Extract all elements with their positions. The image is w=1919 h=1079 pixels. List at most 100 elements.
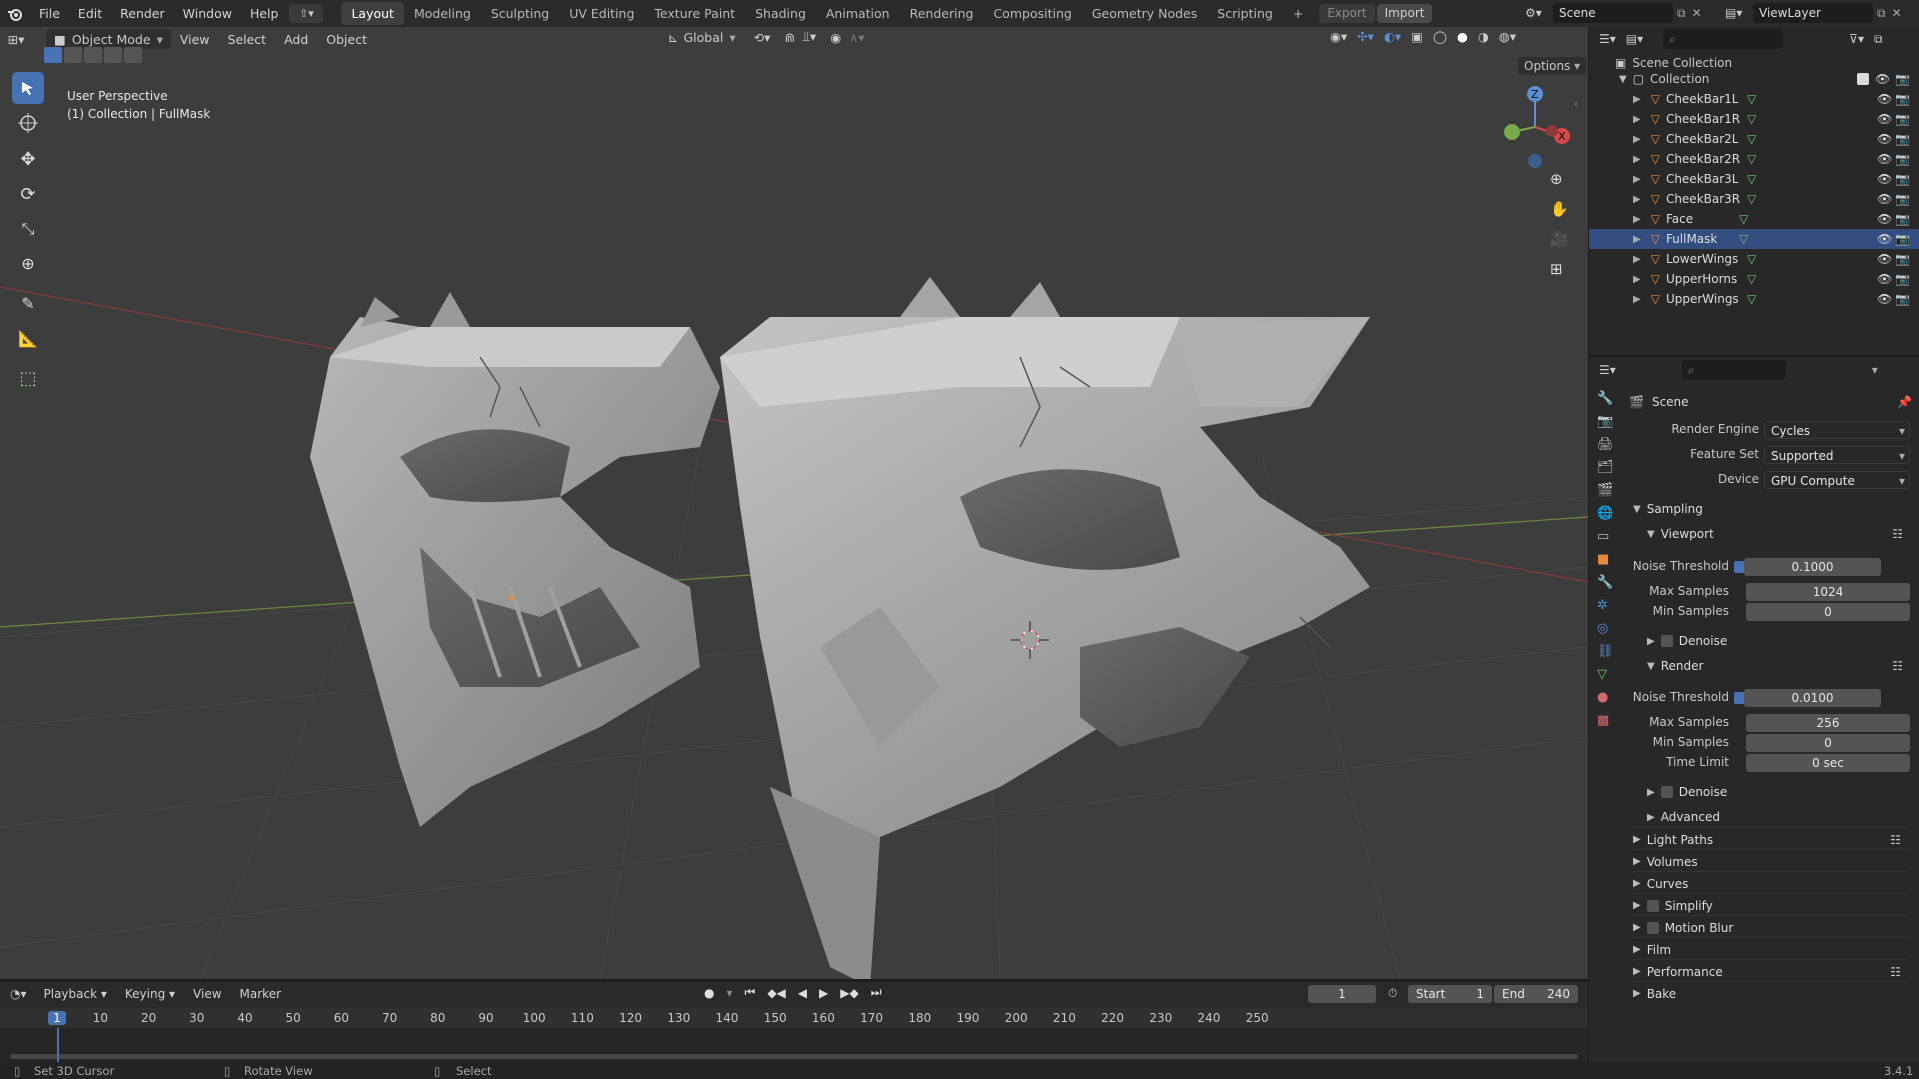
record-icon[interactable]: ● [704, 986, 714, 1000]
chevron-down-icon[interactable]: ▼ [1619, 74, 1627, 85]
timeline-menu-view[interactable]: View [184, 987, 230, 1001]
prev-keyframe-icon[interactable]: ◆◀ [767, 986, 785, 1000]
eye-icon[interactable]: 👁 [1877, 92, 1892, 106]
play-reverse-icon[interactable]: ◀ [798, 986, 807, 1000]
render-min-samples-field[interactable]: 0 [1746, 734, 1910, 752]
panel-simplify[interactable]: ▶ Simplify [1633, 893, 1909, 917]
panel-performance[interactable]: ▶ Performance ☷ [1633, 959, 1909, 983]
scene-name-field[interactable]: Scene [1553, 3, 1673, 23]
expand-arrow-icon[interactable]: ▶ [1633, 174, 1641, 185]
outliner-object-row[interactable]: ▶ ▽ LowerWings ▽ 👁 📷 [1589, 249, 1919, 269]
collection-tab-icon[interactable]: ▭ [1597, 529, 1621, 544]
tab-uv-editing[interactable]: UV Editing [559, 2, 644, 25]
tab-shading[interactable]: Shading [745, 2, 816, 25]
scale-tool-icon[interactable]: ⤡ [12, 213, 44, 245]
select-invert-icon[interactable] [104, 47, 122, 63]
viewport-menu-select[interactable]: Select [219, 32, 276, 47]
render-time-limit-field[interactable]: 0 sec [1746, 754, 1910, 772]
expand-arrow-icon[interactable]: ▶ [1633, 274, 1641, 285]
solid-shading-icon[interactable]: ● [1457, 29, 1468, 44]
scene-tab-icon[interactable]: 🎬 [1597, 483, 1621, 498]
eye-icon[interactable]: 👁 [1875, 72, 1890, 86]
panel-volumes[interactable]: ▶ Volumes [1633, 849, 1909, 873]
expand-arrow-icon[interactable]: ▶ [1633, 94, 1641, 105]
render-engine-dropdown[interactable]: Cycles ▾ [1764, 421, 1910, 439]
material-tab-icon[interactable]: ● [1597, 690, 1621, 705]
tab-sculpting[interactable]: Sculpting [481, 2, 559, 25]
tab-layout[interactable]: Layout [341, 2, 404, 25]
select-intersect-icon[interactable] [124, 47, 142, 63]
select-new-icon[interactable] [44, 47, 62, 63]
expand-arrow-icon[interactable]: ▶ [1633, 134, 1641, 145]
viewport-min-samples-field[interactable]: 0 [1746, 603, 1910, 621]
select-subtract-icon[interactable] [84, 47, 102, 63]
navigation-gizmo[interactable]: Z X [1490, 82, 1580, 172]
overlay-toggle-icon[interactable]: ◐▾ [1384, 29, 1401, 44]
camera-icon[interactable]: 📷 [1895, 172, 1910, 186]
material-shading-icon[interactable]: ◑ [1478, 29, 1489, 44]
tab-scripting[interactable]: Scripting [1207, 2, 1283, 25]
playhead-line[interactable] [57, 1028, 59, 1062]
viewport-subpanel-header[interactable]: ▼ Viewport ☷ [1647, 522, 1911, 546]
data-tab-icon[interactable]: ▽ [1597, 667, 1621, 682]
delete-scene-icon[interactable]: ✕ [1692, 6, 1702, 20]
tool-tab-icon[interactable]: 🔧 [1597, 391, 1621, 406]
panel-bake[interactable]: ▶ Bake [1633, 981, 1909, 1005]
chevron-down-icon[interactable]: ▾ [726, 986, 732, 1000]
new-scene-icon[interactable]: ⧉ [1677, 6, 1686, 21]
camera-icon[interactable]: 📷 [1895, 112, 1910, 126]
camera-icon[interactable]: 📷 [1895, 232, 1910, 246]
chevron-down-icon[interactable]: ▾ [1872, 363, 1878, 377]
transform-orientation-dropdown[interactable]: Global [683, 30, 723, 45]
proportional-edit-icon[interactable]: ◉ [830, 30, 841, 45]
expand-arrow-icon[interactable]: ▶ [1633, 254, 1641, 265]
timeline-ruler[interactable]: 1 10 20 30 40 50 60 70 80 90 100 110 120 130 140 150 160… [0, 1008, 1588, 1062]
outliner-search-input[interactable]: ⌕ [1663, 29, 1784, 49]
texture-tab-icon[interactable]: ▩ [1597, 713, 1621, 728]
timeline-scrollbar[interactable] [10, 1054, 1578, 1059]
panel-enable-checkbox[interactable] [1646, 921, 1659, 934]
expand-arrow-icon[interactable]: ▶ [1633, 114, 1641, 125]
rotate-tool-icon[interactable]: ⟳ [12, 178, 44, 210]
export-dropdown-icon[interactable]: ⇧▾ [289, 4, 324, 23]
panel-film[interactable]: ▶ Film [1633, 937, 1909, 961]
output-tab-icon[interactable]: 🖨 [1597, 437, 1621, 452]
outliner-object-row[interactable]: ▶ ▽ CheekBar3L ▽ 👁 📷 [1589, 169, 1919, 189]
eye-icon[interactable]: 👁 [1877, 272, 1892, 286]
tab-compositing[interactable]: Compositing [983, 2, 1081, 25]
object-tab-icon[interactable]: ■ [1597, 552, 1621, 567]
constraints-tab-icon[interactable]: ⛓ [1597, 644, 1621, 659]
outliner-object-row[interactable]: ▶ ▽ CheekBar2L ▽ 👁 📷 [1589, 129, 1919, 149]
expand-arrow-icon[interactable]: ▶ [1633, 154, 1641, 165]
device-dropdown[interactable]: GPU Compute ▾ [1764, 471, 1910, 489]
camera-icon[interactable]: 📷 [1895, 292, 1910, 306]
sampling-panel-header[interactable]: ▼ Sampling [1633, 497, 1909, 521]
next-keyframe-icon[interactable]: ▶◆ [840, 986, 858, 1000]
eye-icon[interactable]: 👁 [1877, 112, 1892, 126]
perspective-toggle-icon[interactable]: ⊞ [1550, 260, 1563, 278]
menu-window[interactable]: Window [174, 0, 241, 27]
timeline-menu-keying[interactable]: Keying ▾ [116, 987, 184, 1001]
xray-icon[interactable]: ▣ [1411, 29, 1423, 44]
select-extend-icon[interactable] [64, 47, 82, 63]
rendered-shading-icon[interactable]: ◍▾ [1499, 29, 1516, 44]
panel-motion-blur[interactable]: ▶ Motion Blur [1633, 915, 1909, 939]
panel-enable-checkbox[interactable] [1646, 899, 1659, 912]
expand-arrow-icon[interactable]: ▶ [1633, 194, 1641, 205]
camera-icon[interactable]: 📷 [1895, 252, 1910, 266]
clock-icon[interactable]: ⏱ [1388, 986, 1397, 1001]
viewlayer-name-field[interactable]: ViewLayer [1753, 3, 1873, 23]
menu-render[interactable]: Render [111, 0, 174, 27]
add-workspace-button[interactable]: + [1283, 2, 1313, 25]
wireframe-shading-icon[interactable]: ◯ [1433, 29, 1447, 44]
snap-icon[interactable]: ⋒ [784, 30, 794, 45]
eye-icon[interactable]: 👁 [1877, 292, 1892, 306]
pan-hand-icon[interactable]: ✋ [1550, 200, 1569, 218]
outliner-object-row[interactable]: ▶ ▽ CheekBar1R ▽ 👁 📷 [1589, 109, 1919, 129]
render-denoise-checkbox[interactable] [1660, 786, 1673, 798]
outliner-object-row[interactable]: ▶ ▽ CheekBar3R ▽ 👁 📷 [1589, 189, 1919, 209]
modifier-tab-icon[interactable]: 🔧 [1597, 575, 1621, 590]
feature-set-dropdown[interactable]: Supported ▾ [1764, 446, 1910, 464]
particles-tab-icon[interactable]: ✲ [1597, 598, 1621, 613]
eye-icon[interactable]: 👁 [1877, 252, 1892, 266]
